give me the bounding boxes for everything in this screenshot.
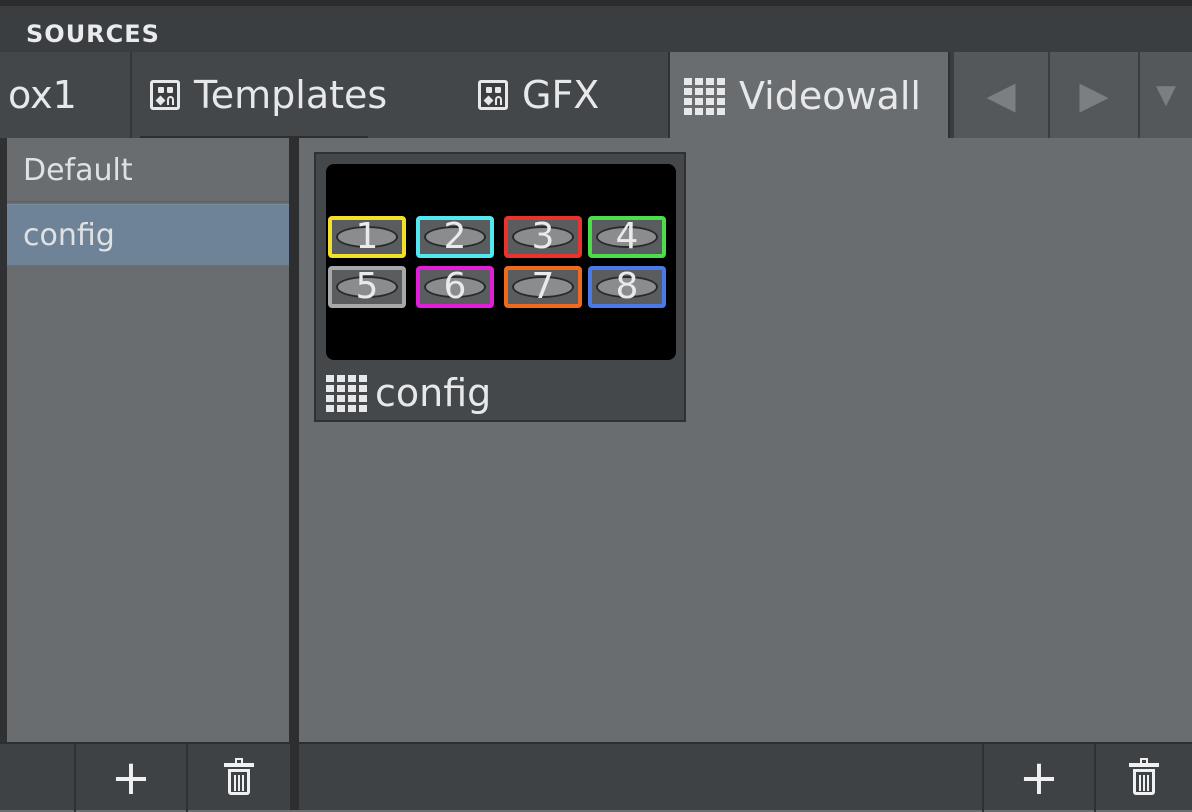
videowall-grid-icon: [326, 374, 367, 412]
screen-7: 7: [504, 266, 582, 308]
screen-6: 6: [416, 266, 494, 308]
screen-number: 4: [615, 216, 639, 257]
tab-label: Templates: [194, 73, 388, 117]
tab-label: ox1: [8, 73, 77, 117]
delete-button[interactable]: [1094, 744, 1192, 812]
screen-number: 2: [443, 216, 467, 257]
screen-number: 3: [531, 216, 555, 257]
tab-box1[interactable]: ox1: [0, 52, 130, 138]
card-label: config: [326, 368, 491, 418]
content-footer: +: [299, 742, 1192, 812]
panel-header: SOURCES: [0, 0, 1192, 52]
screen-number: 8: [615, 266, 639, 307]
tab-scroll-left-button[interactable]: ◀: [952, 52, 1048, 138]
tab-videowall[interactable]: Videowall: [668, 52, 950, 140]
screen-1: 1: [328, 216, 406, 258]
screen-2: 2: [416, 216, 494, 258]
list-item-config[interactable]: config: [7, 204, 290, 266]
card-title: config: [375, 371, 492, 415]
list-item-label: config: [23, 217, 115, 253]
screen-8: 8: [588, 266, 666, 308]
tab-label: GFX: [522, 73, 600, 117]
screen-number: 1: [355, 216, 379, 257]
pane-edge: [0, 138, 7, 810]
add-button[interactable]: +: [74, 744, 186, 812]
panel-title: SOURCES: [26, 20, 160, 48]
videowall-card[interactable]: 1 2 3 4 5 6 7 8 config: [314, 152, 686, 422]
screen-number: 7: [531, 266, 555, 307]
delete-button[interactable]: [186, 744, 290, 812]
template-icon: [478, 80, 508, 110]
screen-5: 5: [328, 266, 406, 308]
plus-icon: +: [110, 750, 152, 806]
trash-icon: [224, 758, 254, 795]
tab-templates[interactable]: Templates: [130, 52, 430, 138]
list-item-default[interactable]: Default: [7, 140, 290, 202]
list-item-label: Default: [23, 153, 133, 188]
screen-4: 4: [588, 216, 666, 258]
screen-number: 5: [355, 266, 379, 307]
add-button[interactable]: +: [982, 744, 1094, 812]
pane-splitter[interactable]: [289, 138, 299, 810]
tab-bar: ox1 Templates GFX Videowall ◀ ▶ ▼: [0, 52, 1192, 140]
tab-scroll-right-button[interactable]: ▶: [1048, 52, 1138, 138]
screen-number: 6: [443, 266, 467, 307]
template-icon: [150, 80, 180, 110]
list-footer: +: [0, 742, 290, 812]
plus-icon: +: [1018, 750, 1060, 806]
screen-3: 3: [504, 216, 582, 258]
videowall-thumbnail: 1 2 3 4 5 6 7 8: [326, 164, 676, 360]
tab-gfx[interactable]: GFX: [430, 52, 668, 138]
trash-icon: [1129, 758, 1159, 795]
tab-menu-button[interactable]: ▼: [1138, 52, 1192, 138]
videowall-grid-icon: [684, 77, 725, 115]
tab-label: Videowall: [739, 74, 921, 118]
